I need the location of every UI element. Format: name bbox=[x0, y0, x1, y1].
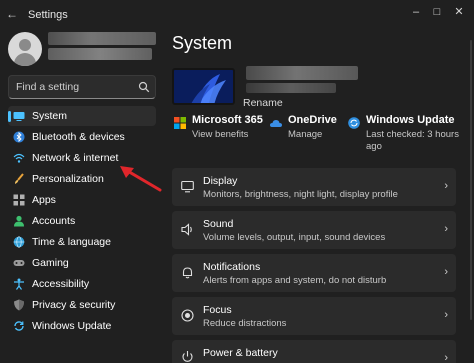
status-title: Windows Update bbox=[366, 114, 455, 126]
card-subtitle: Monitors, brightness, night light, displ… bbox=[203, 189, 398, 200]
user-name-redacted bbox=[48, 32, 156, 45]
chevron-right-icon: › bbox=[444, 309, 448, 321]
card-title: Notifications bbox=[203, 261, 261, 273]
card-subtitle: Reduce distractions bbox=[203, 318, 287, 329]
globe-clock-icon bbox=[13, 236, 25, 248]
user-email-redacted bbox=[48, 48, 152, 60]
settings-card-focus[interactable]: Focus Reduce distractions › bbox=[172, 297, 456, 335]
device-name-redacted bbox=[246, 66, 358, 80]
sidebar-item-gaming[interactable]: Gaming bbox=[8, 253, 156, 273]
rename-link[interactable]: Rename bbox=[243, 97, 283, 109]
selection-indicator bbox=[8, 111, 11, 122]
card-subtitle: Volume levels, output, input, sound devi… bbox=[203, 232, 386, 243]
maximize-icon[interactable]: □ bbox=[429, 4, 445, 20]
search-icon bbox=[138, 81, 150, 93]
display-icon bbox=[181, 180, 194, 193]
apps-icon bbox=[13, 194, 25, 206]
accessibility-icon bbox=[14, 278, 24, 290]
sidebar-item-accounts[interactable]: Accounts bbox=[8, 211, 156, 231]
bell-icon bbox=[182, 267, 193, 279]
title-bar: ← Settings – □ ✕ bbox=[0, 0, 474, 28]
chevron-right-icon: › bbox=[444, 352, 448, 363]
sound-icon bbox=[181, 223, 192, 236]
sidebar-item-label: Accounts bbox=[32, 215, 76, 227]
card-title: Focus bbox=[203, 304, 232, 316]
sidebar-item-system[interactable]: System bbox=[8, 106, 156, 126]
sidebar-item-label: Privacy & security bbox=[32, 299, 116, 311]
annotation-arrow bbox=[120, 166, 162, 192]
sidebar: Find a setting System Bluetooth & device… bbox=[0, 28, 166, 363]
gamepad-icon bbox=[13, 260, 25, 266]
shield-icon bbox=[14, 299, 24, 311]
microsoft-365-icon bbox=[174, 117, 186, 129]
onedrive-icon bbox=[270, 120, 282, 127]
system-icon bbox=[13, 112, 25, 121]
settings-card-sound[interactable]: Sound Volume levels, output, input, soun… bbox=[172, 211, 456, 249]
sidebar-item-label: Apps bbox=[32, 194, 56, 206]
avatar[interactable] bbox=[8, 32, 42, 66]
sidebar-item-label: Windows Update bbox=[32, 320, 112, 332]
page-title: System bbox=[172, 33, 233, 53]
sidebar-item-bluetooth-devices[interactable]: Bluetooth & devices bbox=[8, 127, 156, 147]
status-subtitle-line2: ago bbox=[366, 141, 382, 152]
scrollbar[interactable] bbox=[470, 40, 472, 320]
sidebar-item-label: Personalization bbox=[32, 173, 104, 185]
main-pane: System Rename Microsoft 365 View benefit… bbox=[166, 28, 474, 363]
chevron-right-icon: › bbox=[444, 223, 448, 235]
update-icon bbox=[14, 321, 24, 331]
card-subtitle: Alerts from apps and system, do not dist… bbox=[203, 275, 387, 286]
card-title: Sound bbox=[203, 218, 234, 230]
sidebar-item-windows-update[interactable]: Windows Update bbox=[8, 316, 156, 336]
sidebar-item-accessibility[interactable]: Accessibility bbox=[8, 274, 156, 294]
bluetooth-icon bbox=[13, 131, 25, 143]
sidebar-item-time-language[interactable]: Time & language bbox=[8, 232, 156, 252]
chevron-right-icon: › bbox=[444, 266, 448, 278]
sidebar-item-label: Gaming bbox=[32, 257, 69, 269]
wifi-icon bbox=[13, 153, 25, 163]
settings-card-notifications[interactable]: Notifications Alerts from apps and syste… bbox=[172, 254, 456, 292]
focus-icon bbox=[181, 309, 194, 322]
brush-icon bbox=[15, 173, 24, 184]
status-subtitle: Manage bbox=[288, 129, 323, 140]
sidebar-item-label: System bbox=[32, 110, 68, 122]
back-arrow-icon[interactable]: ← bbox=[6, 7, 20, 21]
accounts-icon bbox=[14, 215, 24, 227]
sidebar-item-label: Time & language bbox=[32, 236, 111, 248]
settings-card-power-battery[interactable]: Power & battery › bbox=[172, 340, 456, 363]
device-model-redacted bbox=[246, 83, 336, 93]
status-subtitle-line1: Last checked: 3 hours bbox=[366, 129, 459, 140]
card-title: Display bbox=[203, 175, 238, 187]
window-title: Settings bbox=[28, 9, 68, 21]
power-icon bbox=[182, 351, 193, 362]
search-placeholder: Find a setting bbox=[16, 81, 80, 93]
sidebar-item-label: Network & internet bbox=[32, 152, 119, 164]
card-title: Power & battery bbox=[203, 347, 278, 359]
sidebar-item-label: Accessibility bbox=[32, 278, 90, 290]
status-title: Microsoft 365 bbox=[192, 114, 263, 126]
settings-card-display[interactable]: Display Monitors, brightness, night ligh… bbox=[172, 168, 456, 206]
chevron-right-icon: › bbox=[444, 180, 448, 192]
search-input[interactable]: Find a setting bbox=[8, 75, 156, 99]
sidebar-item-privacy-security[interactable]: Privacy & security bbox=[8, 295, 156, 315]
close-icon[interactable]: ✕ bbox=[451, 4, 467, 20]
device-wallpaper-thumbnail bbox=[172, 68, 235, 105]
status-title: OneDrive bbox=[288, 114, 337, 126]
status-subtitle: View benefits bbox=[192, 129, 249, 140]
windows-update-icon bbox=[348, 117, 360, 129]
sidebar-item-label: Bluetooth & devices bbox=[32, 131, 125, 143]
minimize-icon[interactable]: – bbox=[408, 4, 424, 20]
